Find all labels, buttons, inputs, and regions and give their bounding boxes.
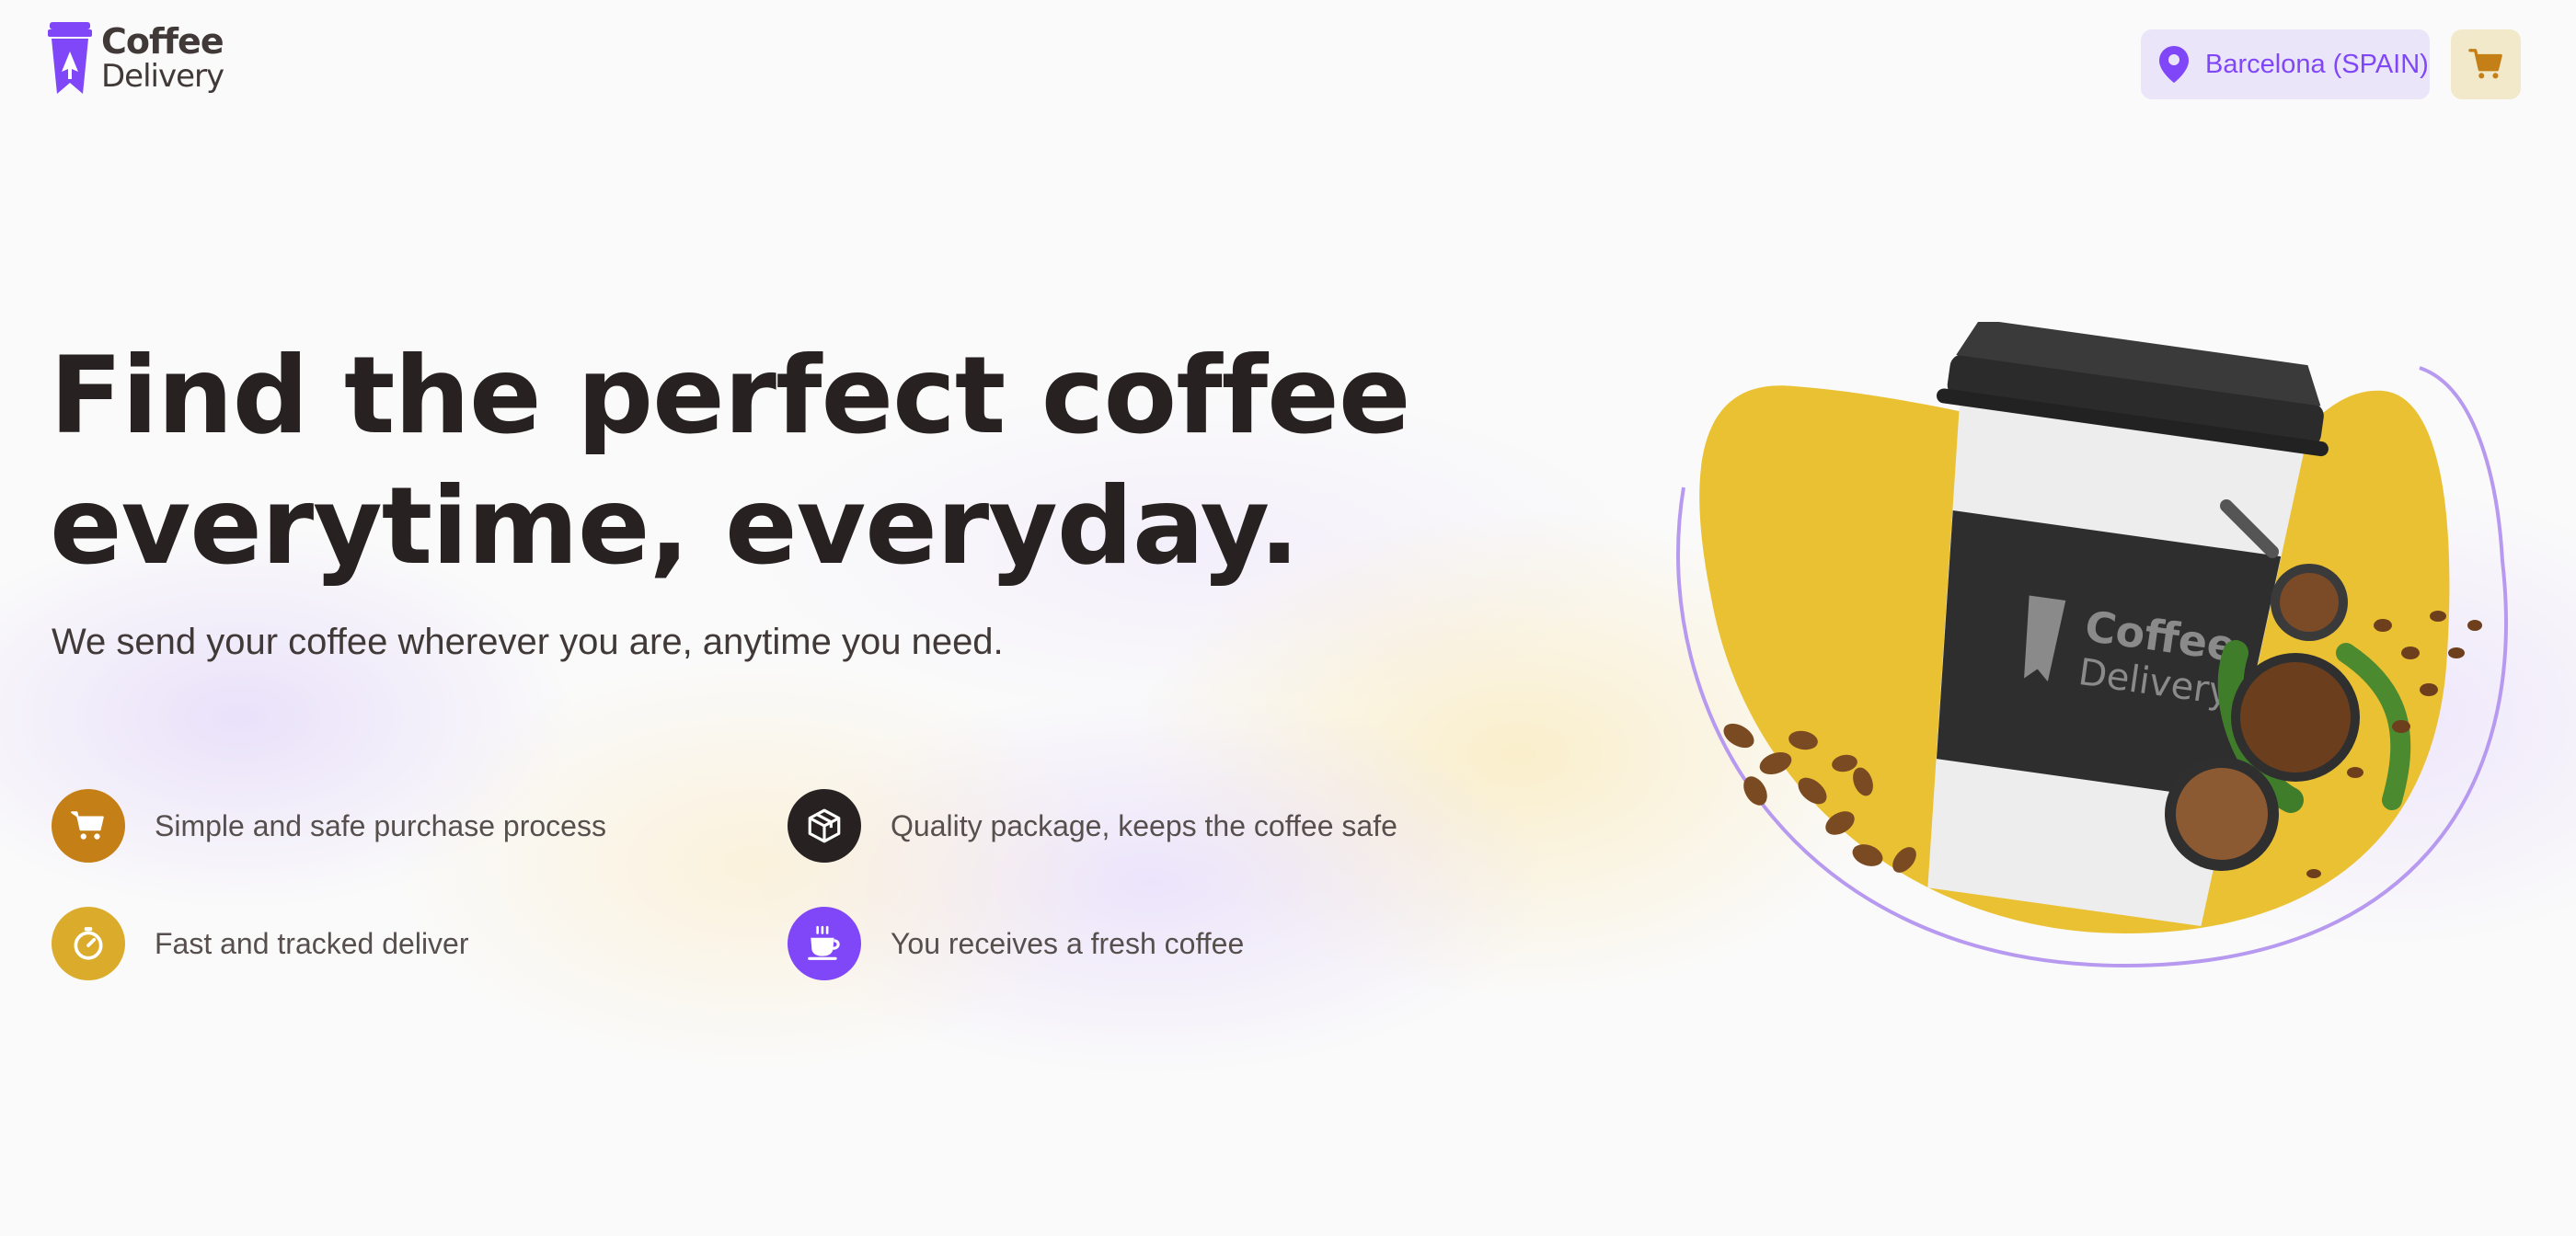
feature-icon-circle — [52, 907, 125, 980]
feature-icon-circle — [788, 789, 861, 863]
brand-line1: Coffee — [101, 21, 224, 62]
feature-label: Quality package, keeps the coffee safe — [891, 808, 1397, 842]
hero-coffee-illustration: Coffee Delivery — [1676, 322, 2508, 968]
hero-title-line2: everytime, everyday. — [50, 464, 1300, 589]
feature-icon-circle — [788, 907, 861, 980]
feature-item: You receives a fresh coffee — [788, 907, 1244, 980]
feature-item: Simple and safe purchase process — [52, 789, 606, 863]
feature-item: Fast and tracked deliver — [52, 907, 469, 980]
header: Coffee Delivery Barcelona (SPAIN) — [0, 0, 2576, 129]
hero-title-line1: Find the perfect coffee — [50, 334, 1410, 458]
brand-name: Coffee Delivery — [101, 23, 224, 95]
hero-subtitle: We send your coffee wherever you are, an… — [52, 622, 1004, 662]
cart-button[interactable] — [2451, 29, 2521, 99]
coffee-cup-logo-icon — [48, 22, 92, 94]
feature-label: Simple and safe purchase process — [155, 808, 606, 842]
shopping-cart-icon — [71, 811, 104, 840]
timer-icon — [74, 927, 103, 960]
brand-line2: Delivery — [101, 58, 224, 95]
location-label: Barcelona (SPAIN) — [2205, 49, 2429, 79]
package-icon — [808, 808, 841, 843]
map-pin-icon — [2159, 46, 2189, 83]
feature-label: Fast and tracked deliver — [155, 926, 469, 960]
brand-logo[interactable]: Coffee Delivery — [48, 22, 224, 96]
feature-item: Quality package, keeps the coffee safe — [788, 789, 1397, 863]
location-button[interactable]: Barcelona (SPAIN) — [2141, 29, 2430, 99]
feature-label: You receives a fresh coffee — [891, 926, 1245, 960]
hero-title: Find the perfect coffee everytime, every… — [50, 331, 1430, 592]
coffee-cup-icon — [808, 925, 840, 960]
feature-icon-circle — [52, 789, 125, 863]
shopping-cart-icon — [2468, 49, 2502, 79]
